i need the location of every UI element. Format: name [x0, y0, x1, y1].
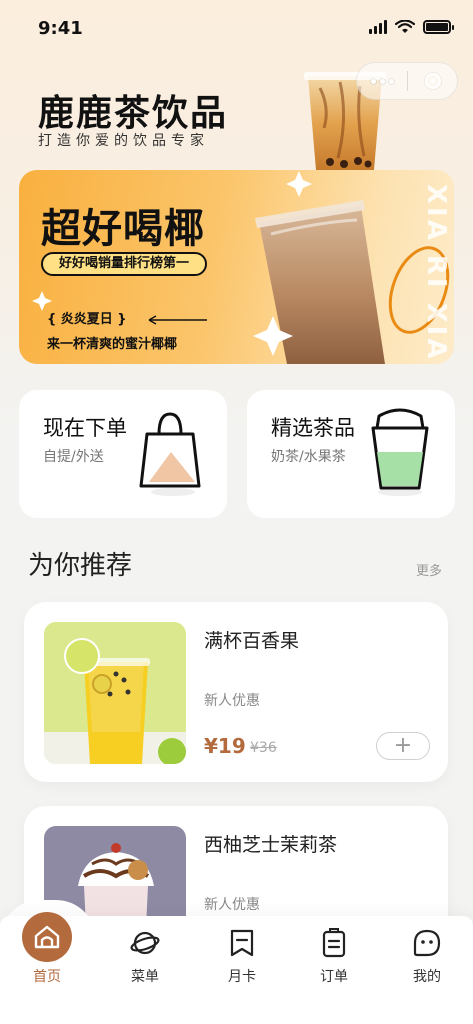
banner-tag: { 炎炎夏日 } — [47, 312, 127, 327]
drink-cup-icon — [371, 408, 429, 496]
tab-menu-label: 菜单 — [131, 969, 159, 985]
product-promo: 新人优惠 — [204, 693, 260, 709]
section-title: 为你推荐 — [28, 551, 133, 581]
product-name: 西柚芝士茉莉茶 — [204, 834, 338, 856]
featured-tea-card[interactable]: 精选茶品 奶茶/水果茶 — [247, 390, 455, 518]
home-icon[interactable] — [22, 912, 72, 962]
product-card[interactable]: 满杯百香果 新人优惠 ¥19 ¥36 + — [24, 602, 448, 782]
wifi-icon — [395, 20, 415, 33]
featured-tea-title: 精选茶品 — [271, 416, 355, 440]
more-dots-icon[interactable] — [357, 78, 407, 84]
product-price: ¥19 — [204, 734, 246, 758]
status-bar: 9:41 — [0, 0, 473, 54]
profile-face-icon — [413, 929, 441, 957]
order-clipboard-icon — [322, 928, 346, 958]
tab-profile-label: 我的 — [413, 969, 441, 985]
product-promo: 新人优惠 — [204, 897, 260, 913]
more-link[interactable]: 更多 — [416, 560, 442, 579]
featured-tea-subtitle: 奶茶/水果茶 — [271, 449, 346, 465]
status-time: 9:41 — [38, 18, 83, 39]
promo-banner[interactable]: 超好喝椰 好好喝销量排行榜第一 { 炎炎夏日 } 来一杯清爽的蜜汁椰椰 XIA … — [19, 170, 454, 364]
product-name: 满杯百香果 — [204, 630, 300, 652]
tab-card[interactable]: 月卡 — [207, 916, 277, 1024]
banner-headline: 超好喝椰 — [41, 206, 205, 252]
banner-rank-pill: 好好喝销量排行榜第一 — [41, 252, 208, 276]
mini-program-capsule[interactable] — [356, 62, 458, 100]
brand-subtitle: 打造你爱的饮品专家 — [38, 133, 209, 149]
close-miniprogram-icon[interactable] — [408, 73, 457, 89]
status-icons — [369, 20, 454, 34]
product-original-price: ¥36 — [250, 740, 277, 756]
plus-icon: + — [393, 733, 413, 758]
signal-icon — [369, 20, 387, 34]
banner-slogan: 来一杯清爽的蜜汁椰椰 — [47, 337, 178, 352]
order-now-title: 现在下单 — [43, 416, 127, 440]
battery-icon — [423, 20, 454, 34]
tab-card-label: 月卡 — [228, 969, 256, 985]
order-now-card[interactable]: 现在下单 自提/外送 — [19, 390, 227, 518]
tab-menu[interactable]: 菜单 — [110, 916, 180, 1024]
product-image-passionfruit — [44, 622, 186, 764]
order-now-subtitle: 自提/外送 — [43, 449, 104, 465]
tab-orders-label: 订单 — [320, 969, 348, 985]
tab-home-label: 首页 — [33, 969, 61, 985]
banner-vertical-text: XIA RI XIA — [421, 184, 451, 362]
bookmark-card-icon — [230, 929, 254, 957]
add-to-cart-button[interactable]: + — [376, 732, 430, 760]
brand-title: 鹿鹿茶饮品 — [38, 93, 229, 134]
planet-icon — [130, 931, 160, 955]
tab-profile[interactable]: 我的 — [392, 916, 462, 1024]
shopping-bag-icon — [139, 412, 201, 496]
tab-orders[interactable]: 订单 — [299, 916, 369, 1024]
